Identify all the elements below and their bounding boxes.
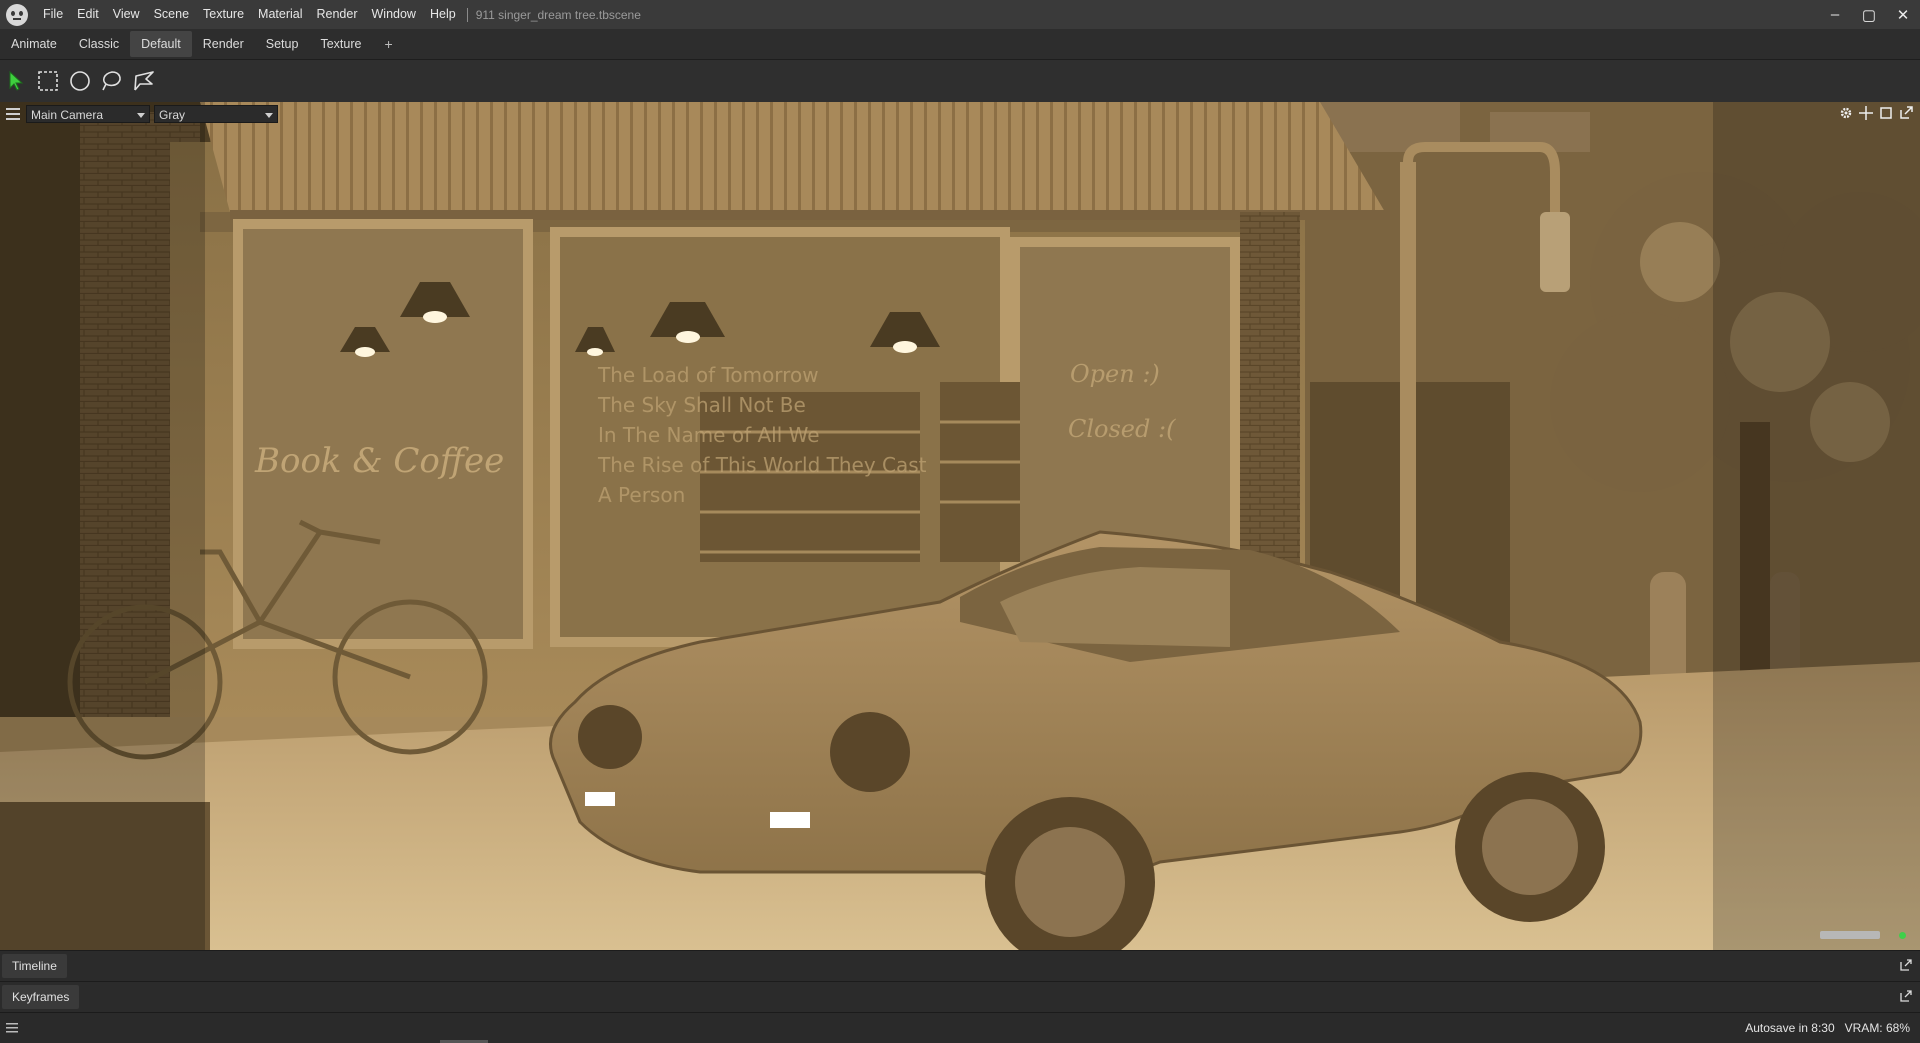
rectangle-select-icon[interactable] xyxy=(32,65,64,97)
menu-view[interactable]: View xyxy=(106,0,147,29)
door-sign-closed: Closed :( xyxy=(1068,415,1176,443)
vram-usage: VRAM: 68% xyxy=(1844,1021,1910,1035)
menu-window[interactable]: Window xyxy=(365,0,423,29)
status-bar: Autosave in 8:30 VRAM: 68% xyxy=(0,1012,1920,1043)
chevron-down-icon xyxy=(265,113,273,118)
document-title: 911 singer_dream tree.tbscene xyxy=(475,7,641,22)
scene-render: Book & Coffee The Load of Tomorrow The S… xyxy=(0,102,1920,950)
workspace-tabs: Animate Classic Default Render Setup Tex… xyxy=(0,29,1920,60)
maximize-icon[interactable] xyxy=(1878,105,1894,121)
move-icon[interactable] xyxy=(1858,105,1874,121)
camera-dropdown-value: Main Camera xyxy=(31,108,104,122)
popout-icon[interactable] xyxy=(1900,990,1912,1002)
tab-animate[interactable]: Animate xyxy=(0,31,68,57)
window-text-line-3: In The Name of All We xyxy=(598,423,820,447)
menu-render[interactable]: Render xyxy=(310,0,365,29)
tab-default[interactable]: Default xyxy=(130,31,192,57)
app-logo-icon xyxy=(6,3,28,26)
keyframes-panel: Keyframes xyxy=(0,981,1920,1012)
status-info: Autosave in 8:30 VRAM: 68% xyxy=(1745,1013,1910,1043)
chevron-down-icon xyxy=(137,113,145,118)
circle-select-icon[interactable] xyxy=(64,65,96,97)
viewport[interactable]: Book & Coffee The Load of Tomorrow The S… xyxy=(0,102,1920,950)
viewport-menu-icon[interactable] xyxy=(6,107,22,121)
window-text-line-5: A Person xyxy=(598,483,685,507)
viewport-icons xyxy=(1838,105,1914,121)
menu-scene[interactable]: Scene xyxy=(147,0,196,29)
window-controls: – ▢ ✕ xyxy=(1818,0,1920,29)
tab-render[interactable]: Render xyxy=(192,31,255,57)
window-text-line-2: The Sky Shall Not Be xyxy=(597,393,806,417)
restore-button[interactable]: ▢ xyxy=(1852,0,1886,29)
add-tab-button[interactable]: + xyxy=(372,36,404,52)
tab-keyframes[interactable]: Keyframes xyxy=(2,985,80,1009)
shading-dropdown-value: Gray xyxy=(159,108,186,122)
close-button[interactable]: ✕ xyxy=(1886,0,1920,29)
select-arrow-icon[interactable] xyxy=(0,65,32,97)
title-separator xyxy=(466,7,468,22)
menu-material[interactable]: Material xyxy=(251,0,309,29)
gear-icon[interactable] xyxy=(1838,105,1854,121)
menu-file[interactable]: File xyxy=(36,0,70,29)
menu-help[interactable]: Help xyxy=(423,0,463,29)
viewport-zoom-slider[interactable] xyxy=(1820,931,1880,939)
shading-dropdown[interactable]: Gray xyxy=(154,105,278,123)
timeline-panel: Timeline xyxy=(0,950,1920,981)
window-text-line-1: The Load of Tomorrow xyxy=(597,363,819,387)
tab-setup[interactable]: Setup xyxy=(255,31,310,57)
viewport-header: Main Camera Gray xyxy=(0,104,282,124)
title-bar: File Edit View Scene Texture Material Re… xyxy=(0,0,1920,29)
window-text-line-4: The Rise of This World They Cast xyxy=(597,453,927,477)
selection-toolbar xyxy=(0,60,1920,102)
door-sign-open: Open :) xyxy=(1070,360,1160,388)
menu-edit[interactable]: Edit xyxy=(70,0,106,29)
tab-classic[interactable]: Classic xyxy=(68,31,130,57)
log-list-icon[interactable] xyxy=(6,1022,20,1034)
popout-icon[interactable] xyxy=(1898,105,1914,121)
popout-icon[interactable] xyxy=(1900,959,1912,971)
render-status-indicator xyxy=(1899,932,1906,939)
lasso-select-icon[interactable] xyxy=(96,65,128,97)
camera-dropdown[interactable]: Main Camera xyxy=(26,105,150,123)
tab-timeline[interactable]: Timeline xyxy=(2,954,67,978)
menu-texture[interactable]: Texture xyxy=(196,0,251,29)
shop-sign-text: Book & Coffee xyxy=(254,441,504,481)
tab-texture[interactable]: Texture xyxy=(309,31,372,57)
main-menu: File Edit View Scene Texture Material Re… xyxy=(36,0,463,29)
polygon-lasso-icon[interactable] xyxy=(128,65,160,97)
autosave-status: Autosave in 8:30 xyxy=(1745,1021,1835,1035)
minimize-button[interactable]: – xyxy=(1818,0,1852,29)
